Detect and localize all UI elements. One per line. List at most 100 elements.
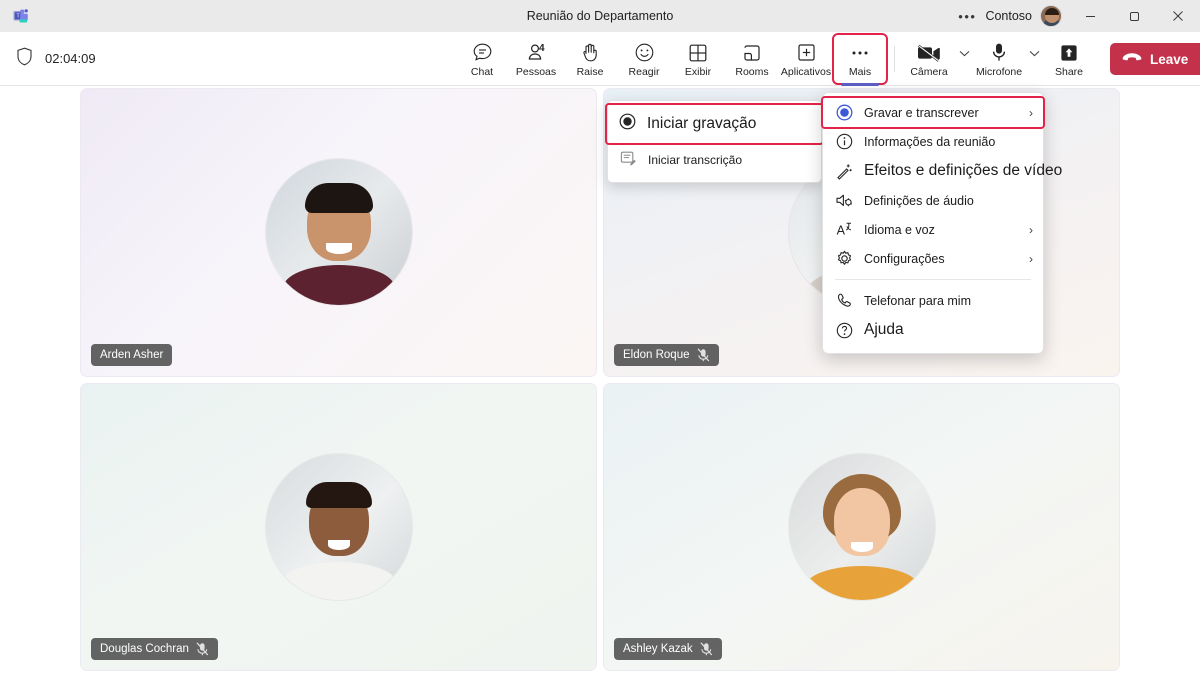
chevron-right-icon: › [1029,105,1033,120]
titlebar-right-group: ••• Contoso [949,0,1200,32]
ellipsis-icon [850,41,870,65]
organization-label[interactable]: Contoso [985,9,1040,23]
raise-hand-label: Raise [576,65,604,78]
microphone-button[interactable]: Microfone [972,34,1026,84]
menu-item-video-effects[interactable]: Efeitos e definições de vídeo [823,156,1062,186]
start-recording-label: Iniciar gravação [647,115,757,132]
breakout-rooms-icon [742,41,762,65]
name-plate: Ashley Kazak [614,638,722,660]
share-button[interactable]: Share [1042,34,1096,84]
participant-name: Arden Asher [100,348,164,361]
chat-button[interactable]: Chat [455,34,509,84]
menu-item-label: Informações da reunião [864,134,996,149]
meeting-control-bar: 02:04:09 Chat 4 Pessoas Raise Reagir Exi… [0,32,1200,86]
apps-button[interactable]: Aplicativos [779,34,833,84]
chevron-right-icon: › [1029,222,1033,237]
start-recording-item[interactable]: Iniciar gravação [605,103,824,145]
help-icon [835,322,853,339]
view-label: Exibir [684,65,712,78]
info-icon [835,133,853,150]
leave-label: Leave [1150,51,1189,67]
menu-item-label: Telefonar para mim [864,293,971,308]
camera-group: Câmera [902,34,972,84]
video-effects-icon [835,163,853,180]
start-transcription-item[interactable]: Iniciar transcrição [608,143,821,176]
menu-item-record-transcribe[interactable]: Gravar e transcrever › [821,96,1045,129]
record-circle-icon [619,113,636,135]
name-plate: Douglas Cochran [91,638,218,660]
hang-up-icon [1122,52,1142,67]
menu-item-help[interactable]: Ajuda [823,315,1043,345]
participant-tile[interactable]: Douglas Cochran [80,382,597,671]
name-plate: Arden Asher [91,343,173,366]
minimize-icon[interactable] [1068,0,1112,32]
participant-name: Douglas Cochran [100,643,189,655]
svg-text:A: A [836,223,845,237]
close-icon[interactable] [1156,0,1200,32]
titlebar-ellipsis-icon[interactable]: ••• [949,10,985,23]
chevron-right-icon: › [1029,251,1033,266]
control-buttons-group: Chat 4 Pessoas Raise Reagir Exibir Rooms… [455,32,1200,86]
menu-item-call-me[interactable]: Telefonar para mim [823,286,1043,315]
menu-item-label: Definições de áudio [864,193,974,208]
user-avatar[interactable] [1040,5,1062,27]
more-button[interactable]: Mais [832,33,888,86]
menu-item-label: Gravar e transcrever [864,105,979,120]
menu-item-label: Idioma e voz [864,222,935,237]
microphone-group: Microfone [972,34,1042,84]
view-button[interactable]: Exibir [671,34,725,84]
menu-item-label: Configurações [864,251,945,266]
gear-icon [835,250,853,267]
participant-tile[interactable]: Arden Asher [80,88,597,377]
people-label: Pessoas [515,65,557,78]
title-bar: T Reunião do Departamento ••• Contoso [0,0,1200,32]
menu-item-label: Efeitos e definições de vídeo [864,162,1063,179]
maximize-icon[interactable] [1112,0,1156,32]
participant-tile[interactable]: Ashley Kazak [603,382,1120,671]
transcript-icon [620,150,637,169]
record-submenu: Iniciar gravação Iniciar transcrição [605,100,824,183]
raise-hand-icon [580,41,600,65]
menu-divider [835,279,1031,280]
toolbar-divider [894,46,895,72]
mic-off-icon [196,642,209,656]
audio-settings-icon [835,192,853,209]
microphone-label: Microfone [975,65,1023,78]
leave-main[interactable]: Leave [1110,43,1200,75]
shield-icon [16,47,33,71]
chat-icon [472,41,493,65]
mic-off-icon [697,347,710,362]
camera-button[interactable]: Câmera [902,34,956,84]
avatar [265,453,412,600]
avatar [265,159,412,306]
menu-item-meeting-info[interactable]: Informações da reunião [823,127,1043,156]
more-options-menu: Gravar e transcrever › Informações da re… [821,92,1062,354]
phone-icon [835,292,853,309]
share-screen-icon [1059,41,1079,65]
raise-hand-button[interactable]: Raise [563,34,617,84]
people-icon: 4 [526,41,547,65]
menu-item-audio-settings[interactable]: Definições de áudio [823,186,1043,215]
microphone-icon [991,41,1007,65]
smiley-icon [634,41,655,65]
timer-text: 02:04:09 [45,51,96,66]
mic-off-icon [700,642,713,656]
rooms-button[interactable]: Rooms [725,34,779,84]
apps-label: Aplicativos [780,65,832,78]
name-plate: Eldon Roque [614,343,719,366]
avatar [788,453,935,600]
menu-item-language-voice[interactable]: A Idioma e voz › [823,215,1043,244]
menu-item-label: Ajuda [864,321,904,338]
react-button[interactable]: Reagir [617,34,671,84]
people-count-badge: 4 [538,42,545,54]
menu-item-settings[interactable]: Configurações › [823,244,1043,273]
start-transcription-label: Iniciar transcrição [648,152,743,167]
meeting-timer: 02:04:09 [0,47,96,71]
record-circle-icon [835,104,853,121]
leave-button[interactable]: Leave [1110,43,1200,75]
microphone-chevron-down-icon[interactable] [1026,34,1042,84]
chat-label: Chat [470,65,494,78]
camera-chevron-down-icon[interactable] [956,34,972,84]
participant-name: Ashley Kazak [623,643,693,655]
people-button[interactable]: 4 Pessoas [509,34,563,84]
